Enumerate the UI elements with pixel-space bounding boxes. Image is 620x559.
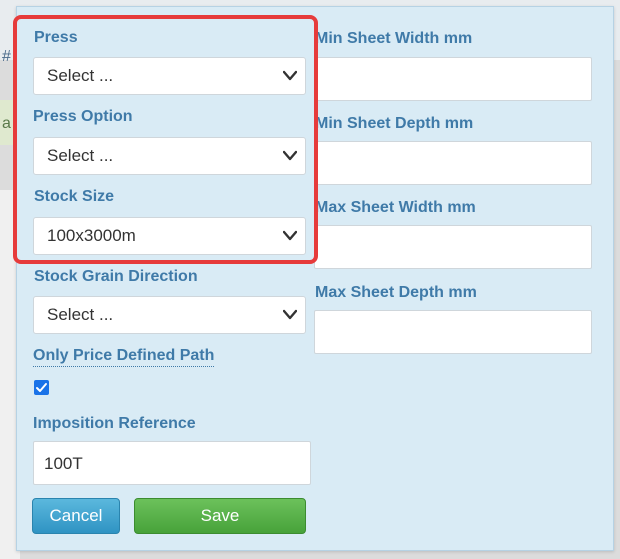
only-price-defined-path-label[interactable]: Only Price Defined Path xyxy=(33,347,215,367)
background-glyph: a xyxy=(2,115,11,132)
only-price-defined-path-checkbox[interactable] xyxy=(34,380,49,395)
max-sheet-depth-input[interactable] xyxy=(314,310,592,354)
stock-grain-direction-select-value: Select ... xyxy=(47,305,114,324)
max-sheet-width-input[interactable] xyxy=(314,225,592,269)
min-sheet-width-label: Min Sheet Width mm xyxy=(315,30,473,47)
stock-grain-direction-select[interactable]: Select ... xyxy=(33,296,306,334)
save-button[interactable]: Save xyxy=(134,498,306,534)
imposition-reference-label: Imposition Reference xyxy=(33,415,196,432)
max-sheet-width-label: Max Sheet Width mm xyxy=(315,199,476,216)
imposition-reference-value: 100T xyxy=(44,454,83,473)
min-sheet-width-input[interactable] xyxy=(314,57,592,101)
chevron-down-icon xyxy=(283,309,297,320)
min-sheet-depth-input[interactable] xyxy=(314,141,592,185)
min-sheet-depth-label: Min Sheet Depth mm xyxy=(315,115,474,132)
highlight-box xyxy=(13,15,318,264)
checkmark-icon xyxy=(36,383,47,392)
stock-grain-direction-label: Stock Grain Direction xyxy=(34,268,198,285)
background-glyph: # xyxy=(2,48,11,65)
cancel-button[interactable]: Cancel xyxy=(32,498,120,534)
max-sheet-depth-label: Max Sheet Depth mm xyxy=(315,284,477,301)
imposition-reference-input[interactable]: 100T xyxy=(33,441,311,485)
